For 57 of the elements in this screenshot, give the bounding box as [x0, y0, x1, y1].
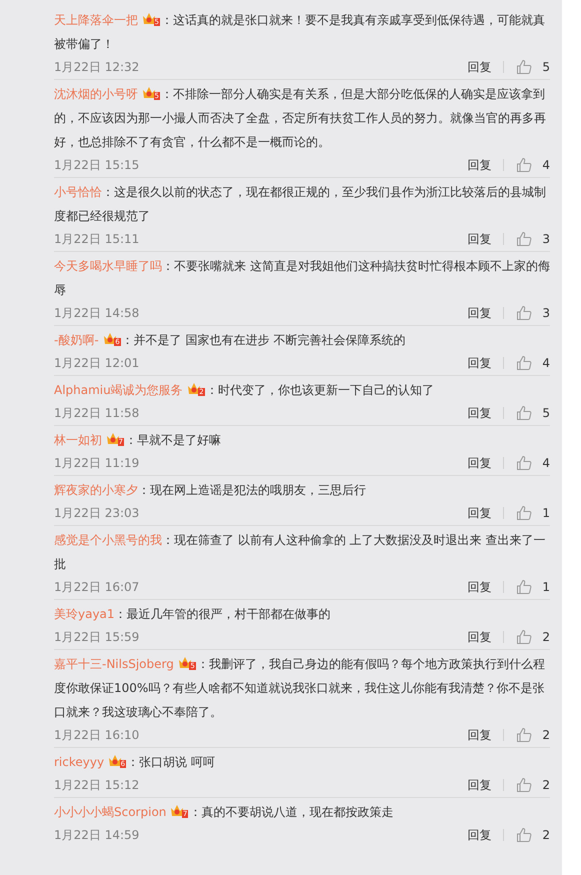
comment-time: 1月22日 16:10	[54, 726, 140, 744]
comment-text: 美玲yaya1：最近几年管的很严，村干部都在做事的	[54, 606, 332, 623]
reply-link[interactable]: 回复	[467, 156, 492, 174]
like-count: 1	[542, 506, 550, 520]
comment-time: 1月22日 14:58	[54, 304, 140, 322]
comment-time: 1月22日 15:11	[54, 230, 140, 248]
comment-time: 1月22日 16:07	[54, 578, 140, 596]
reply-link[interactable]: 回复	[467, 304, 492, 322]
reply-link[interactable]: 回复	[467, 776, 492, 794]
reply-link[interactable]: 回复	[467, 726, 492, 744]
reply-link[interactable]: 回复	[467, 504, 492, 522]
thumbs-up-icon[interactable]	[516, 827, 532, 843]
thumbs-up-icon[interactable]	[516, 305, 532, 321]
comment-time: 1月22日 11:19	[54, 454, 140, 472]
comment-time: 1月22日 14:59	[54, 826, 140, 844]
like-count: 4	[542, 456, 550, 470]
thumbs-up-icon[interactable]	[516, 405, 532, 421]
reply-link[interactable]: 回复	[467, 628, 492, 646]
like-count: 4	[542, 158, 550, 172]
reply-link[interactable]: 回复	[467, 454, 492, 472]
comment-text: 感觉是个小黑号的我：现在筛查了 以前有人这种偷拿的 上了大数据没及时退出来 查出来了一批	[54, 532, 546, 573]
thumbs-up-icon[interactable]	[516, 157, 532, 173]
thumbs-up-icon[interactable]	[516, 355, 532, 371]
thumbs-up-icon[interactable]	[516, 505, 532, 521]
thumbs-up-icon[interactable]	[516, 579, 532, 595]
reply-link[interactable]: 回复	[467, 354, 492, 372]
reply-link[interactable]: 回复	[467, 58, 492, 76]
like-count: 2	[542, 828, 550, 842]
like-count: 5	[542, 60, 550, 74]
like-count: 5	[542, 406, 550, 420]
comment-time: 1月22日 15:59	[54, 628, 140, 646]
reply-link[interactable]: 回复	[467, 404, 492, 422]
comment-time: 1月22日 23:03	[54, 504, 140, 522]
thumbs-up-icon[interactable]	[516, 727, 532, 743]
like-count: 2	[542, 778, 550, 792]
reply-link[interactable]: 回复	[467, 578, 492, 596]
thumbs-up-icon[interactable]	[516, 59, 532, 75]
thumbs-up-icon[interactable]	[516, 777, 532, 793]
comment-time: 1月22日 11:58	[54, 404, 140, 422]
comment-time: 1月22日 12:32	[54, 58, 140, 76]
like-count: 1	[542, 580, 550, 594]
comment-time: 1月22日 15:15	[54, 156, 140, 174]
like-count: 3	[542, 306, 550, 320]
comment-time: 1月22日 15:12	[54, 776, 140, 794]
thumbs-up-icon[interactable]	[516, 629, 532, 645]
comment-time: 1月22日 12:01	[54, 354, 140, 372]
like-count: 4	[542, 356, 550, 370]
like-count: 2	[542, 728, 550, 742]
comment-text: 辉夜家的小寒夕：现在网上造谣是犯法的哦朋友，三思后行	[54, 482, 367, 499]
reply-link[interactable]: 回复	[467, 826, 492, 844]
thumbs-up-icon[interactable]	[516, 231, 532, 247]
like-count: 3	[542, 232, 550, 246]
like-count: 2	[542, 630, 550, 644]
comment-text: 今天多喝水早睡了吗：不要张嘴就来 这简直是对我姐他们这种搞扶贫时忙得根本顾不上家的侮辱	[54, 258, 550, 299]
thumbs-up-icon[interactable]	[516, 455, 532, 471]
comment-text: 小号恰恰：这是很久以前的状态了，现在都很正规的，至少我们县作为浙江比较落后的县城制度都已经很规范了	[54, 184, 547, 225]
reply-link[interactable]: 回复	[467, 230, 492, 248]
